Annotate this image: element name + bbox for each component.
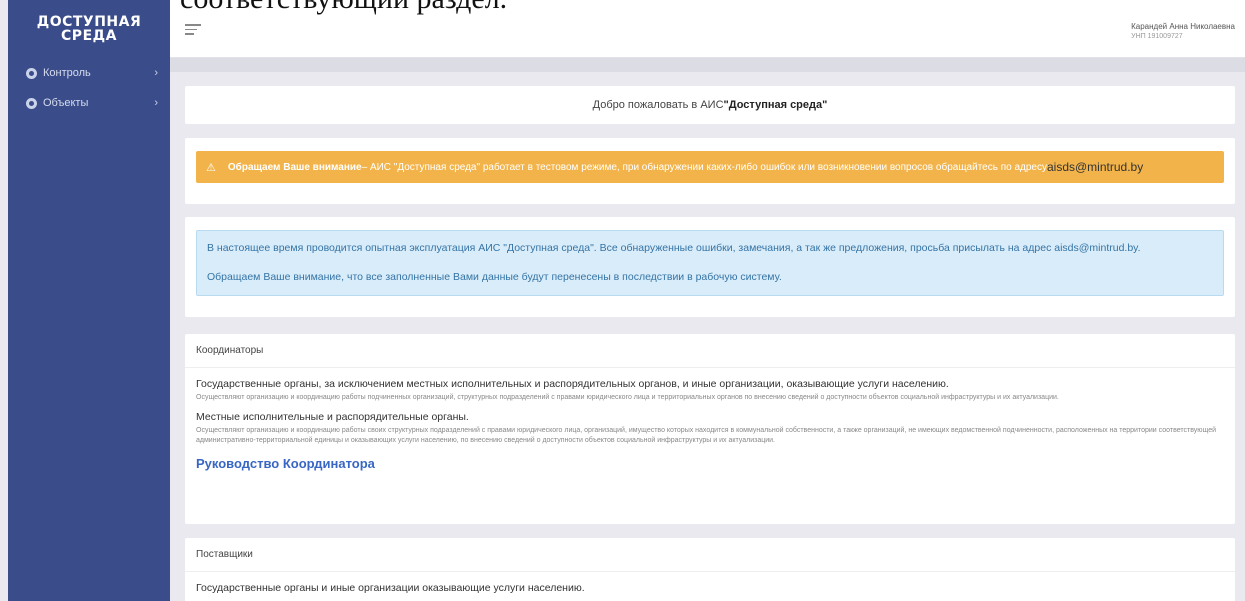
sidebar-item-label: Контроль — [43, 67, 91, 79]
warning-alert: ⚠ Обращаем Ваше внимание – АИС "Доступна… — [196, 151, 1224, 183]
welcome-prefix: Добро пожаловать в АИС — [592, 99, 724, 111]
warning-card: ⚠ Обращаем Ваше внимание – АИС "Доступна… — [185, 138, 1235, 204]
coordinator-type-desc: Осуществляют организацию и координацию р… — [196, 394, 1059, 401]
app-logo[interactable]: ДОСТУПНАЯ СРЕДА — [8, 0, 170, 58]
coordinator-type-desc: Осуществляют организацию и координацию р… — [196, 427, 1217, 444]
logo-line-1: ДОСТУПНАЯ — [36, 14, 142, 30]
user-name: Карандей Анна Николаевна — [1131, 22, 1235, 31]
chevron-right-icon: › — [154, 67, 158, 79]
circle-icon — [26, 97, 37, 109]
warning-email[interactable]: aisds@mintrud.by — [1047, 160, 1143, 174]
header-divider — [170, 58, 1245, 72]
warning-strong: Обращаем Ваше внимание — [227, 161, 362, 173]
sidebar-item-label: Объекты — [43, 97, 89, 109]
coordinators-card: Координаторы Государственные органы, за … — [185, 334, 1235, 524]
logo-line-2: СРЕДА — [61, 28, 117, 44]
welcome-card: Добро пожаловать в АИС "Доступная среда" — [185, 86, 1235, 124]
chevron-right-icon: › — [154, 97, 158, 109]
provider-type-title: Государственные органы и иные организаци… — [196, 582, 585, 594]
coordinator-type-title: Государственные органы, за исключением м… — [196, 378, 949, 390]
warning-icon: ⚠ — [206, 161, 216, 174]
sidebar: ДОСТУПНАЯ СРЕДА Контроль › Объекты › — [8, 0, 170, 601]
welcome-system-name: "Доступная среда" — [723, 99, 828, 111]
user-tax-id: УНП 191009727 — [1131, 33, 1183, 40]
user-info[interactable]: Карандей Анна Николаевна УНП 191009727 — [1131, 22, 1235, 40]
providers-card: Поставщики Государственные органы и иные… — [185, 538, 1235, 601]
coordinator-guide-link[interactable]: Руководство Координатора — [196, 456, 375, 471]
info-card: В настоящее время проводится опытная экс… — [185, 217, 1235, 317]
info-alert: В настоящее время проводится опытная экс… — [196, 230, 1224, 296]
coordinators-heading: Координаторы — [185, 334, 1235, 368]
menu-toggle-icon[interactable] — [185, 24, 201, 38]
circle-icon — [26, 67, 37, 79]
sidebar-item-objects[interactable]: Объекты › — [8, 88, 170, 118]
cropped-overflow-text: соответствующий раздел. — [180, 0, 507, 16]
sidebar-item-control[interactable]: Контроль › — [8, 58, 170, 88]
providers-heading: Поставщики — [185, 538, 1235, 572]
info-line-2: Обращаем Ваше внимание, что все заполнен… — [207, 271, 782, 283]
coordinator-type-title: Местные исполнительные и распорядительны… — [196, 411, 469, 423]
warning-text: – АИС "Доступная среда" работает в тесто… — [361, 161, 1047, 173]
info-line-1: В настоящее время проводится опытная экс… — [207, 242, 1141, 254]
